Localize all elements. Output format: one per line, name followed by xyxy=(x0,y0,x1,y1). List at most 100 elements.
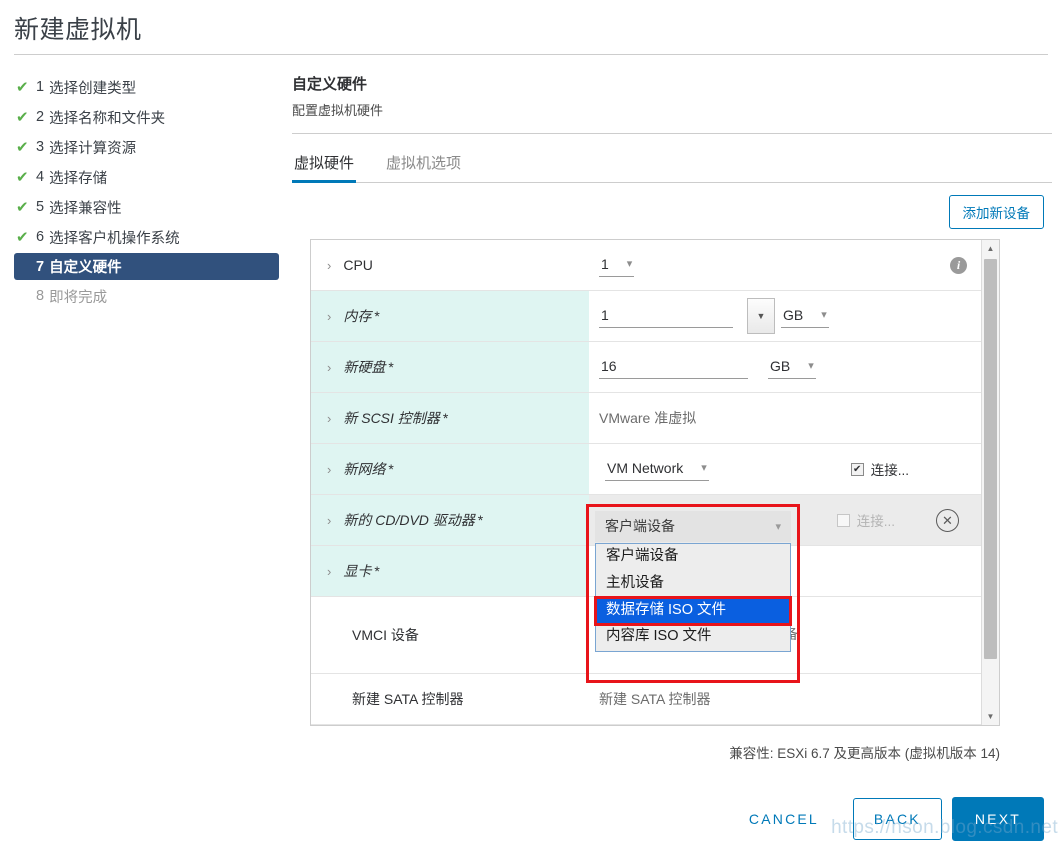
row-value-hard-disk: 16 GB ▾ xyxy=(589,342,981,392)
cd-dvd-device-select-trigger[interactable]: 客户端设备 ▾ xyxy=(595,511,791,542)
scrollbar-thumb[interactable] xyxy=(984,259,997,659)
wizard-body: ✔ 1 选择创建类型 ✔ 2 选择名称和文件夹 ✔ 3 选择计算资源 ✔ 4 选… xyxy=(0,55,1062,762)
tab-bar: 虚拟硬件 虚拟机选项 xyxy=(292,148,1052,183)
network-connect-checkbox[interactable]: ✔ xyxy=(850,462,864,476)
chevron-right-icon[interactable]: › xyxy=(327,412,331,425)
check-icon: ✔ xyxy=(16,198,29,216)
disk-unit-value: GB xyxy=(770,357,791,374)
memory-stepper-down[interactable]: ▼ xyxy=(747,298,775,334)
sidebar-item-step-3[interactable]: ✔ 3 选择计算资源 xyxy=(14,133,282,161)
network-select[interactable]: VM Network ▾ xyxy=(605,458,709,481)
chevron-right-icon[interactable]: › xyxy=(327,463,331,476)
memory-unit-value: GB xyxy=(783,306,804,323)
row-label-cpu: › CPU xyxy=(311,240,589,290)
disk-unit-select[interactable]: GB ▾ xyxy=(768,356,816,379)
dropdown-option-datastore-iso-file[interactable]: 数据存储 ISO 文件 xyxy=(594,595,792,627)
step-number: 1 xyxy=(36,79,45,95)
required-marker: * xyxy=(388,461,394,477)
row-label-text: 内存 xyxy=(343,308,372,324)
row-label-text: CPU xyxy=(343,257,373,273)
cd-dvd-device-dropdown: 客户端设备 ▾ 客户端设备 主机设备 数据存储 ISO 文件 内容库 ISO 文… xyxy=(586,504,800,683)
required-marker: * xyxy=(374,563,380,579)
chevron-down-icon: ▾ xyxy=(626,258,633,270)
pane-subtitle: 配置虚拟机硬件 xyxy=(292,103,384,118)
step-label: 选择客户机操作系统 xyxy=(49,230,180,247)
sidebar-item-step-1[interactable]: ✔ 1 选择创建类型 xyxy=(14,73,282,101)
close-circle-icon[interactable]: ✕ xyxy=(936,508,959,532)
next-button[interactable]: NEXT xyxy=(951,797,1044,841)
row-label-text: 新 SCSI 控制器 xyxy=(343,410,440,426)
chevron-right-icon[interactable]: › xyxy=(327,361,331,374)
check-icon: ✔ xyxy=(16,138,29,156)
sidebar-item-step-5[interactable]: ✔ 5 选择兼容性 xyxy=(14,193,282,221)
required-marker: * xyxy=(477,512,484,528)
cd-dvd-device-selected-value: 客户端设备 xyxy=(605,518,675,534)
row-label-text: 显卡 xyxy=(343,563,372,579)
chevron-right-icon[interactable]: › xyxy=(327,259,331,272)
network-value: VM Network xyxy=(607,459,684,476)
chevron-down-icon: ▾ xyxy=(808,360,814,372)
sidebar-item-step-8[interactable]: 8 即将完成 xyxy=(14,282,282,310)
chevron-right-icon[interactable]: › xyxy=(327,310,331,323)
row-label-memory: › 内存 * xyxy=(311,291,589,341)
back-button[interactable]: BACK xyxy=(852,798,942,840)
memory-unit-select[interactable]: GB ▾ xyxy=(781,305,829,328)
step-label: 选择兼容性 xyxy=(49,200,122,217)
pane-title: 自定义硬件 xyxy=(292,76,368,93)
required-marker: * xyxy=(388,359,394,375)
cancel-button[interactable]: CANCEL xyxy=(727,799,841,839)
sidebar-item-step-7[interactable]: 7 自定义硬件 xyxy=(14,253,279,280)
tab-virtual-hardware[interactable]: 虚拟硬件 xyxy=(292,148,357,183)
scsi-controller-value: VMware 准虚拟 xyxy=(599,410,697,426)
table-row-cpu: › CPU 1 ▾ i xyxy=(311,240,981,291)
step-label: 选择创建类型 xyxy=(49,80,137,97)
cd-dvd-connect-checkbox[interactable] xyxy=(836,513,850,527)
row-label-network: › 新网络 * xyxy=(311,444,589,494)
chevron-down-icon: ▾ xyxy=(701,462,707,474)
sidebar-item-step-2[interactable]: ✔ 2 选择名称和文件夹 xyxy=(14,103,282,131)
scroll-up-arrow-icon[interactable]: ▲ xyxy=(982,240,999,257)
check-icon: ✔ xyxy=(16,168,29,186)
step-number: 4 xyxy=(36,169,45,185)
dropdown-option-host-device[interactable]: 主机设备 xyxy=(596,571,790,598)
step-label: 即将完成 xyxy=(49,289,108,306)
sata-controller-value: 新建 SATA 控制器 xyxy=(599,691,711,707)
tab-vm-options[interactable]: 虚拟机选项 xyxy=(384,148,463,183)
check-icon: ✔ xyxy=(16,108,29,126)
step-number: 5 xyxy=(36,199,45,215)
dropdown-option-list: 客户端设备 主机设备 数据存储 ISO 文件 内容库 ISO 文件 xyxy=(594,543,792,652)
required-marker: * xyxy=(442,410,449,426)
row-value-network: VM Network ▾ ✔ 连接... xyxy=(589,444,981,494)
row-label-text: 新网络 xyxy=(343,461,386,477)
chevron-right-icon[interactable]: › xyxy=(327,514,331,527)
sidebar-item-step-6[interactable]: ✔ 6 选择客户机操作系统 xyxy=(14,223,282,251)
step-number: 3 xyxy=(36,139,45,155)
row-label-text: 新的 CD/DVD 驱动器 xyxy=(343,512,475,528)
scrollbar-track[interactable] xyxy=(982,257,999,708)
scroll-down-arrow-icon[interactable]: ▼ xyxy=(982,708,999,725)
row-label-vmci-device: VMCI 设备 xyxy=(311,597,589,673)
row-value-memory: 1 ▼ GB ▾ xyxy=(589,291,981,341)
info-icon[interactable]: i xyxy=(950,256,967,274)
chevron-right-icon[interactable]: › xyxy=(327,565,331,578)
dropdown-option-client-device[interactable]: 客户端设备 xyxy=(596,544,790,571)
add-new-device-button[interactable]: 添加新设备 xyxy=(948,195,1044,229)
step-label: 选择名称和文件夹 xyxy=(49,110,166,127)
step-number: 6 xyxy=(36,229,45,245)
vertical-scrollbar[interactable]: ▲ ▼ xyxy=(981,240,999,725)
toolbar: 添加新设备 xyxy=(292,183,1052,239)
row-label-hard-disk: › 新硬盘 * xyxy=(311,342,589,392)
step-number: 8 xyxy=(36,288,45,304)
memory-size-input[interactable]: 1 xyxy=(599,305,733,328)
page-title: 新建虚拟机 xyxy=(14,16,142,44)
check-icon: ✔ xyxy=(16,78,29,96)
cpu-count-select[interactable]: 1 ▾ xyxy=(599,254,635,277)
row-label-sata-controller: 新建 SATA 控制器 xyxy=(311,674,589,724)
chevron-down-icon: ▾ xyxy=(775,520,781,533)
dropdown-option-content-library-iso-file[interactable]: 内容库 ISO 文件 xyxy=(596,624,790,651)
row-label-text: 新硬盘 xyxy=(343,359,386,375)
sidebar-item-step-4[interactable]: ✔ 4 选择存储 xyxy=(14,163,282,191)
pane-divider xyxy=(292,133,1052,134)
disk-size-input[interactable]: 16 xyxy=(599,356,748,379)
cpu-count-value: 1 xyxy=(601,255,609,272)
